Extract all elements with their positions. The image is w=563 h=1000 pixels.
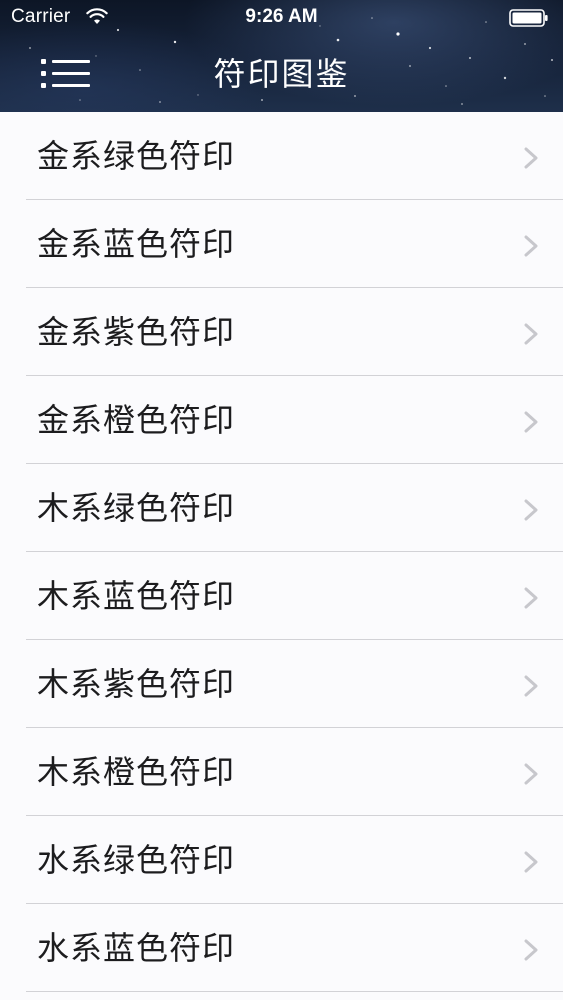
list-item-label: 金系蓝色符印: [37, 225, 236, 263]
list-item-label: 木系绿色符印: [37, 489, 236, 527]
list-item-label: 木系蓝色符印: [37, 577, 236, 615]
list-item[interactable]: 木系绿色符印: [0, 464, 563, 552]
chevron-right-icon: [524, 147, 538, 169]
list-item[interactable]: 木系橙色符印: [0, 728, 563, 816]
chevron-right-icon: [524, 587, 538, 609]
list-item[interactable]: 金系橙色符印: [0, 376, 563, 464]
chevron-right-icon: [524, 675, 538, 697]
list-item[interactable]: 水系蓝色符印: [0, 904, 563, 992]
list-item[interactable]: 水系绿色符印: [0, 816, 563, 904]
chevron-right-icon: [524, 499, 538, 521]
list-item[interactable]: 木系蓝色符印: [0, 552, 563, 640]
chevron-right-icon: [524, 851, 538, 873]
list-item-label: 水系蓝色符印: [37, 929, 236, 967]
list-item-label: 金系紫色符印: [37, 313, 236, 351]
list-item-label: 水系绿色符印: [37, 841, 236, 879]
list-item[interactable]: 木系紫色符印: [0, 640, 563, 728]
list-item-label: 木系紫色符印: [37, 665, 236, 703]
list-item-label: 金系绿色符印: [37, 137, 236, 175]
chevron-right-icon: [524, 235, 538, 257]
list-item[interactable]: 金系蓝色符印: [0, 200, 563, 288]
list-item[interactable]: 金系紫色符印: [0, 288, 563, 376]
chevron-right-icon: [524, 763, 538, 785]
status-bar: Carrier 9:26 AM: [0, 0, 563, 36]
chevron-right-icon: [524, 323, 538, 345]
chevron-right-icon: [524, 411, 538, 433]
list-item[interactable]: 金系绿色符印: [0, 112, 563, 200]
seal-category-list: 金系绿色符印 金系蓝色符印 金系紫色符印 金系橙色符印 木系绿色符印 木系蓝色符…: [0, 112, 563, 1000]
list-item-label: 金系橙色符印: [37, 401, 236, 439]
chevron-right-icon: [524, 939, 538, 961]
list-item-label: 木系橙色符印: [37, 753, 236, 791]
navigation-bar: 符印图鉴: [0, 36, 563, 112]
page-title: 符印图鉴: [213, 55, 350, 93]
battery-icon: [509, 9, 548, 27]
status-time: 9:26 AM: [245, 6, 318, 27]
header: Carrier 9:26 AM 符印图鉴: [0, 0, 563, 112]
